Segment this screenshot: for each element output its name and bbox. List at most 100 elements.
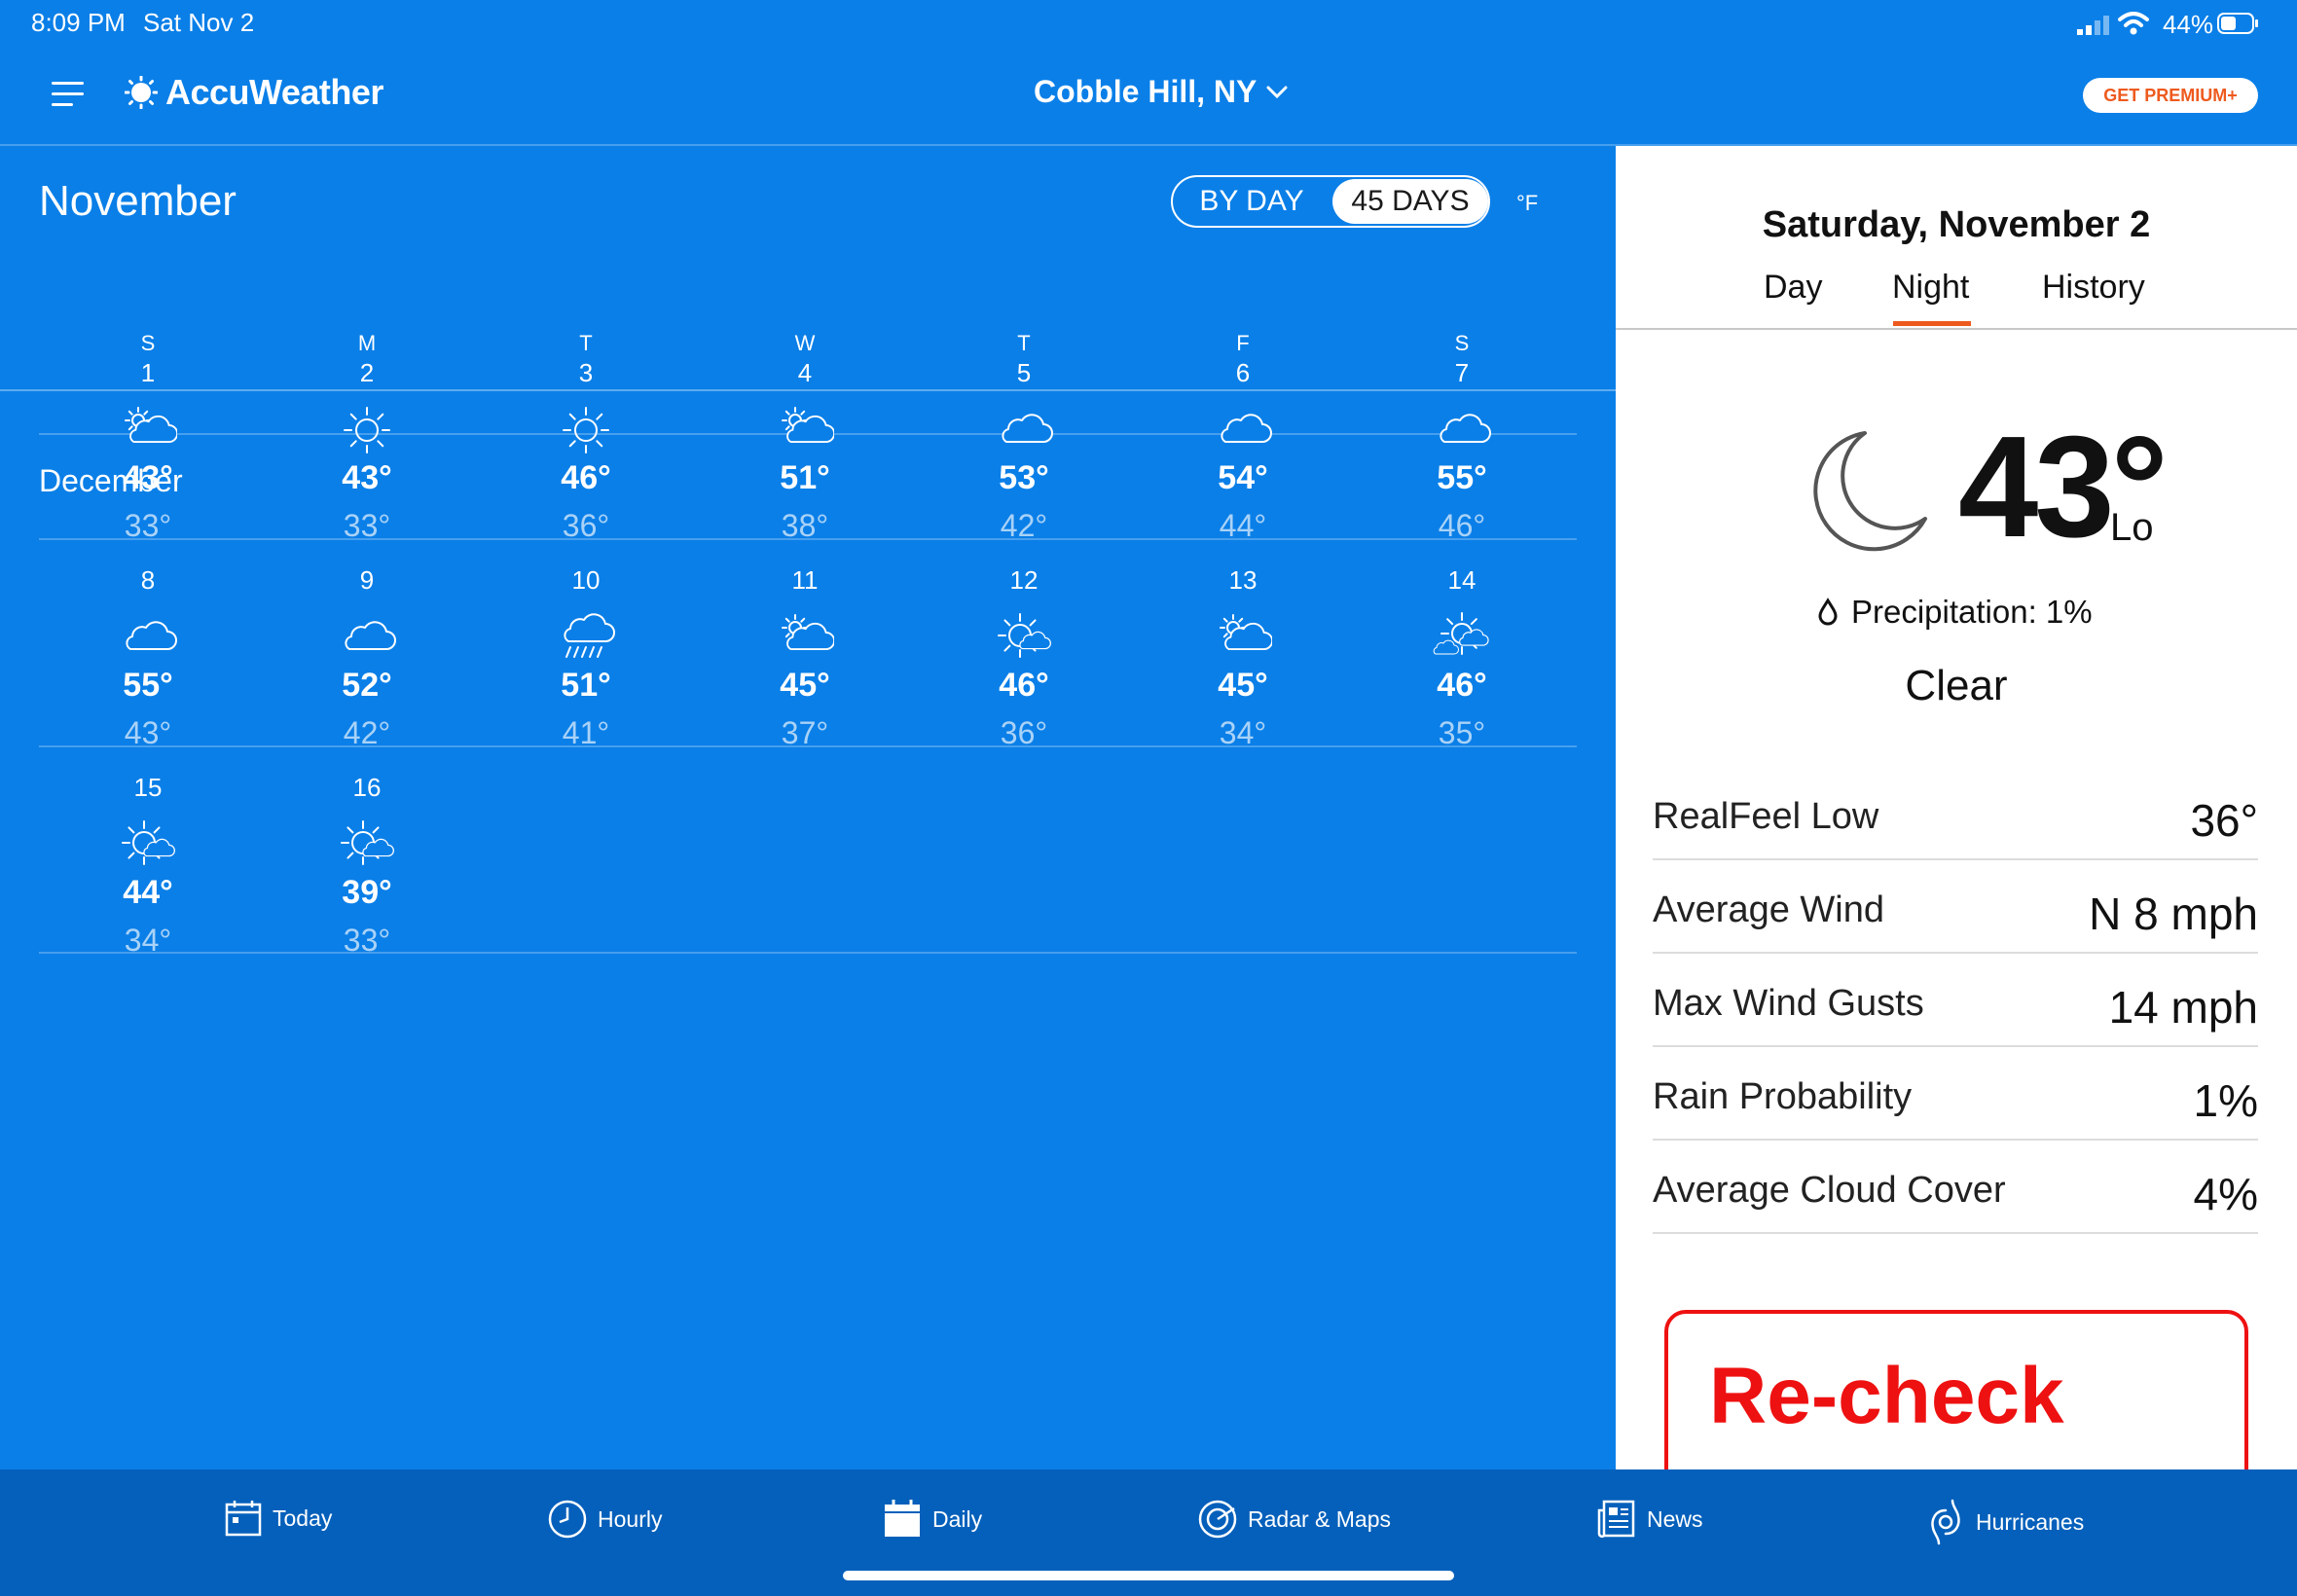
nav-radar-maps[interactable]: Radar & Maps [1197, 1499, 1391, 1540]
calendar-panel: November BY DAY 45 DAYS °F SMTWTFS Decem… [0, 146, 1616, 1469]
day-cell[interactable]: 16 39° 33° [279, 773, 455, 967]
partly-cloudy-icon [782, 407, 834, 444]
nav-hurricanes[interactable]: Hurricanes [1925, 1499, 2084, 1545]
high-temp: 46° [1437, 667, 1487, 704]
detail-label: Average Wind [1653, 889, 1884, 930]
day-number: 4 [797, 358, 813, 387]
chevron-down-icon [1266, 86, 1288, 98]
condition-text: Clear [1905, 662, 2008, 709]
weekday-label: S [140, 331, 156, 355]
detail-date: Saturday, November 2 [1762, 204, 2151, 245]
unit-toggle[interactable]: °F [1516, 191, 1538, 216]
detail-value: 1% [2193, 1075, 2258, 1126]
by-day-toggle[interactable]: BY DAY [1173, 177, 1331, 226]
sunny-icon [563, 407, 609, 453]
nav-daily[interactable]: Daily [882, 1499, 982, 1540]
weekday-label: M [357, 331, 377, 355]
menu-button[interactable] [43, 74, 93, 113]
nav-label: Today [273, 1505, 333, 1531]
day-cell[interactable]: 13 45° 34° [1155, 565, 1331, 760]
detail-row-cloud-cover: Average Cloud Cover 4% [1653, 1141, 2258, 1234]
day-cell[interactable]: 7 55° 46° [1374, 358, 1550, 553]
get-premium-button[interactable]: GET PREMIUM+ [2083, 78, 2258, 113]
high-temp: 51° [561, 667, 611, 704]
accuweather-logo[interactable]: AccuWeather [125, 72, 383, 113]
cellular-signal-icon [2077, 16, 2109, 35]
brand-name: AccuWeather [165, 72, 383, 112]
high-temp: 46° [561, 459, 611, 496]
day-cell[interactable]: 2 43° 33° [279, 358, 455, 553]
top-bar: 8:09 PM Sat Nov 2 44% AccuWeather Cobble… [0, 0, 2297, 146]
45-days-toggle[interactable]: 45 DAYS [1332, 179, 1488, 224]
tab-history[interactable]: History [2042, 269, 2145, 307]
day-number: 14 [1447, 565, 1477, 595]
day-number: 3 [578, 358, 594, 387]
location-name: Cobble Hill, NY [1034, 74, 1258, 109]
home-indicator[interactable] [843, 1571, 1454, 1580]
nav-hourly[interactable]: Hourly [547, 1499, 662, 1540]
divider [39, 538, 1577, 540]
battery-icon [2217, 13, 2258, 34]
precipitation-summary: Precipitation: 1% [1816, 594, 2093, 631]
sun-clouds-icon [1433, 612, 1489, 655]
detail-row-rain-probability: Rain Probability 1% [1653, 1047, 2258, 1141]
day-cell[interactable]: 12 46° 36° [936, 565, 1112, 760]
detail-value: N 8 mph [2089, 889, 2258, 939]
weekday-label: W [794, 331, 816, 355]
day-cell[interactable]: 5 53° 42° [936, 358, 1112, 553]
day-cell[interactable]: 6 54° 44° [1155, 358, 1331, 553]
day-cell[interactable]: 1 43° 33° [60, 358, 236, 553]
day-number: 12 [1009, 565, 1039, 595]
sunny-icon [344, 407, 390, 453]
divider [1616, 328, 2297, 330]
cloudy-icon [1440, 414, 1491, 443]
menu-line [52, 82, 84, 85]
day-cell[interactable]: 4 51° 38° [717, 358, 893, 553]
high-temp: 46° [999, 667, 1049, 704]
nav-today[interactable]: Today [224, 1499, 332, 1538]
nav-label: Radar & Maps [1248, 1505, 1392, 1532]
rain-icon [564, 613, 615, 658]
status-time: 8:09 PM [31, 8, 126, 37]
battery-percent: 44% [2162, 10, 2213, 39]
day-cell[interactable]: 10 51° 41° [498, 565, 674, 760]
day-cell[interactable]: 9 52° 42° [279, 565, 455, 760]
cloudy-icon [1002, 414, 1053, 443]
lo-label: Lo [2110, 506, 2154, 549]
day-number: 2 [359, 358, 375, 387]
tab-day[interactable]: Day [1764, 269, 1822, 307]
mostly-sunny-icon [122, 820, 175, 865]
day-cell[interactable]: 3 46° 36° [498, 358, 674, 553]
tab-night[interactable]: Night [1892, 269, 1969, 307]
nav-label: News [1647, 1505, 1703, 1532]
nav-label: Hourly [598, 1505, 663, 1532]
day-number: 1 [140, 358, 156, 387]
day-cell[interactable]: 11 45° 37° [717, 565, 893, 760]
active-tab-indicator [1893, 321, 1971, 326]
detail-label: Max Wind Gusts [1653, 983, 1924, 1024]
cloudy-icon [345, 621, 396, 650]
detail-row-realfeel: RealFeel Low 36° [1653, 767, 2258, 860]
view-toggle: BY DAY 45 DAYS [1171, 175, 1490, 228]
detail-label: RealFeel Low [1653, 796, 1879, 837]
promo-card[interactable]: Re-check [1664, 1310, 2248, 1469]
menu-line [52, 103, 73, 106]
high-temp: 51° [780, 459, 830, 496]
high-temp: 54° [1218, 459, 1268, 496]
high-temp: 45° [780, 667, 830, 704]
day-number: 15 [133, 773, 163, 802]
day-number: 11 [791, 565, 819, 595]
day-number: 5 [1016, 358, 1032, 387]
detail-panel: Saturday, November 2 Day Night History 4… [1616, 146, 2297, 1469]
calendar-icon [225, 1501, 262, 1537]
day-cell[interactable]: 15 44° 34° [60, 773, 236, 967]
nav-news[interactable]: News [1596, 1499, 1703, 1540]
high-temp: 45° [1218, 667, 1268, 704]
cloudy-icon [126, 621, 177, 650]
day-cell[interactable]: 8 55° 43° [60, 565, 236, 760]
detail-row-average-wind: Average Wind N 8 mph [1653, 860, 2258, 954]
location-selector[interactable]: Cobble Hill, NY [1034, 74, 1288, 110]
precipitation-text: Precipitation: 1% [1851, 594, 2093, 630]
high-temp: 55° [123, 667, 173, 704]
day-cell[interactable]: 14 46° 35° [1374, 565, 1550, 760]
